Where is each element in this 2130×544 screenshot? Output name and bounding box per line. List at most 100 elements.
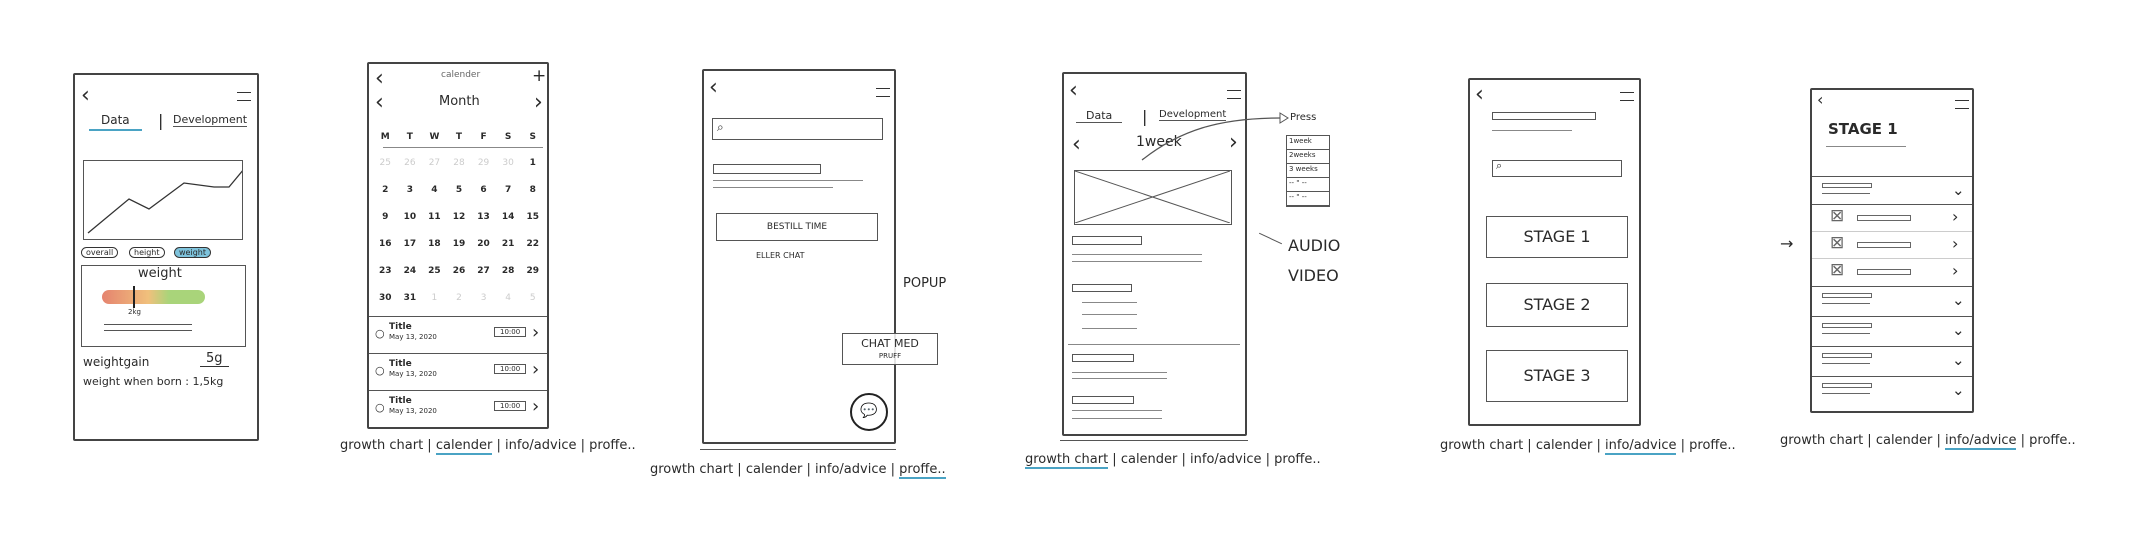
chevron-right-icon[interactable]: › bbox=[1952, 234, 1958, 253]
calendar-day[interactable]: 4 bbox=[422, 185, 447, 212]
search-input[interactable]: ⌕ bbox=[712, 118, 883, 140]
tab-development[interactable]: Development bbox=[173, 113, 248, 127]
calendar-day[interactable]: 18 bbox=[422, 239, 447, 266]
prev-month-icon[interactable]: ‹ bbox=[375, 92, 384, 114]
calendar-day[interactable]: 26 bbox=[447, 266, 472, 293]
calendar-day[interactable]: 23 bbox=[373, 266, 398, 293]
event-radio[interactable]: ○ bbox=[375, 327, 385, 340]
back-arrow-icon[interactable]: ‹ bbox=[709, 77, 718, 99]
back-arrow-icon[interactable]: ‹ bbox=[1475, 84, 1484, 106]
chevron-down-icon[interactable]: ⌄ bbox=[1952, 351, 1965, 369]
calendar-day[interactable]: 8 bbox=[520, 185, 545, 212]
filter-height[interactable]: height bbox=[129, 247, 165, 258]
chevron-down-icon[interactable]: ⌄ bbox=[1952, 321, 1965, 339]
calendar-day[interactable]: 15 bbox=[520, 212, 545, 239]
nav-proffe[interactable]: proffe.. bbox=[2029, 433, 2075, 448]
stage-1-button[interactable]: STAGE 1 bbox=[1486, 216, 1628, 258]
calendar-day[interactable]: 6 bbox=[471, 185, 496, 212]
calendar-day[interactable]: 9 bbox=[373, 212, 398, 239]
nav-proffe[interactable]: proffe.. bbox=[1274, 452, 1320, 467]
nav-growthchart[interactable]: growth chart bbox=[1780, 433, 1863, 448]
book-appointment-button[interactable]: BESTILL TIME bbox=[716, 213, 878, 241]
chevron-right-icon[interactable]: › bbox=[532, 322, 539, 343]
chevron-right-icon[interactable]: › bbox=[1952, 261, 1958, 280]
accordion-section[interactable]: ⌄ bbox=[1812, 346, 1972, 377]
calendar-day[interactable]: 29 bbox=[520, 266, 545, 293]
nav-infoadvice[interactable]: info/advice bbox=[815, 462, 886, 477]
calendar-day[interactable]: 7 bbox=[496, 185, 521, 212]
nav-infoadvice[interactable]: info/advice bbox=[1190, 452, 1261, 467]
event-row[interactable]: ○ Title May 13, 2020 10:00 › bbox=[369, 390, 547, 427]
nav-proffe[interactable]: proffe.. bbox=[589, 438, 635, 453]
calendar-day[interactable]: 19 bbox=[447, 239, 472, 266]
stage-2-button[interactable]: STAGE 2 bbox=[1486, 283, 1628, 327]
event-row[interactable]: ○ Title May 13, 2020 10:00 › bbox=[369, 316, 547, 353]
calendar-day[interactable]: 17 bbox=[398, 239, 423, 266]
nav-proffe[interactable]: proffe.. bbox=[1689, 438, 1735, 453]
chat-button[interactable]: 💬 bbox=[850, 393, 888, 431]
calendar-day[interactable]: 1 bbox=[520, 158, 545, 185]
calendar-day[interactable]: 5 bbox=[447, 185, 472, 212]
event-radio[interactable]: ○ bbox=[375, 401, 385, 414]
chevron-right-icon[interactable]: › bbox=[532, 396, 539, 417]
nav-calender[interactable]: calender bbox=[1876, 433, 1933, 448]
calendar-day[interactable]: 20 bbox=[471, 239, 496, 266]
chevron-down-icon[interactable]: ⌄ bbox=[1952, 381, 1965, 399]
calendar-day[interactable]: 10 bbox=[398, 212, 423, 239]
calendar-day[interactable]: 28 bbox=[496, 266, 521, 293]
nav-proffe[interactable]: proffe.. bbox=[899, 462, 946, 479]
accordion-section[interactable]: ⌄ bbox=[1812, 176, 1972, 205]
calendar-day[interactable]: 2 bbox=[373, 185, 398, 212]
accordion-section[interactable]: ⌄ bbox=[1812, 286, 1972, 317]
tab-data[interactable]: Data bbox=[1076, 109, 1123, 123]
nav-infoadvice[interactable]: info/advice bbox=[1945, 433, 2017, 450]
tab-data[interactable]: Data bbox=[89, 113, 142, 131]
calendar-day[interactable]: 21 bbox=[496, 239, 521, 266]
calendar-day[interactable]: 26 bbox=[398, 158, 423, 185]
calendar-day[interactable]: 28 bbox=[447, 158, 472, 185]
calendar-day[interactable]: 22 bbox=[520, 239, 545, 266]
calendar-day[interactable]: 3 bbox=[398, 185, 423, 212]
search-input[interactable]: ⌕ bbox=[1492, 159, 1622, 177]
nav-calender[interactable]: calender bbox=[1121, 452, 1178, 467]
event-row[interactable]: ○ Title May 13, 2020 10:00 › bbox=[369, 353, 547, 390]
calendar-day[interactable]: 25 bbox=[422, 266, 447, 293]
chat-popup[interactable]: CHAT MED PRUFF bbox=[842, 333, 938, 365]
calendar-day[interactable]: 14 bbox=[496, 212, 521, 239]
article-row[interactable]: ⊠ › bbox=[1812, 258, 1972, 287]
chevron-right-icon[interactable]: › bbox=[532, 359, 539, 380]
calendar-day[interactable]: 24 bbox=[398, 266, 423, 293]
chevron-down-icon[interactable]: ⌄ bbox=[1952, 181, 1965, 199]
nav-calender[interactable]: calender bbox=[1536, 438, 1593, 453]
prev-week-icon[interactable]: ‹ bbox=[1072, 134, 1081, 156]
calendar-day[interactable]: 27 bbox=[422, 158, 447, 185]
nav-calender[interactable]: calender bbox=[746, 462, 803, 477]
hamburger-menu-icon[interactable] bbox=[1955, 100, 1969, 109]
next-month-icon[interactable]: › bbox=[534, 92, 543, 114]
calendar-day[interactable]: 30 bbox=[496, 158, 521, 185]
filter-overall[interactable]: overall bbox=[81, 247, 119, 258]
week-option[interactable]: -- " -- bbox=[1287, 178, 1329, 192]
chevron-right-icon[interactable]: › bbox=[1952, 207, 1958, 226]
week-option[interactable]: -- " -- bbox=[1287, 192, 1329, 206]
accordion-section[interactable]: ⌄ bbox=[1812, 376, 1972, 405]
nav-growthchart[interactable]: growth chart bbox=[650, 462, 733, 477]
stage-3-button[interactable]: STAGE 3 bbox=[1486, 350, 1628, 402]
hamburger-menu-icon[interactable] bbox=[237, 92, 251, 101]
hamburger-menu-icon[interactable] bbox=[1620, 92, 1634, 101]
week-dropdown[interactable]: 1week 2weeks 3 weeks -- " -- -- " -- bbox=[1286, 135, 1330, 207]
nav-infoadvice[interactable]: info/advice bbox=[1605, 438, 1677, 455]
week-option[interactable]: 3 weeks bbox=[1287, 164, 1329, 178]
event-radio[interactable]: ○ bbox=[375, 364, 385, 377]
filter-weight[interactable]: weight bbox=[174, 247, 211, 258]
week-option[interactable]: 1week bbox=[1287, 136, 1329, 150]
calendar-day[interactable]: 25 bbox=[373, 158, 398, 185]
calendar-day[interactable]: 13 bbox=[471, 212, 496, 239]
calendar-day[interactable]: 12 bbox=[447, 212, 472, 239]
week-option[interactable]: 2weeks bbox=[1287, 150, 1329, 164]
nav-calender[interactable]: calender bbox=[435, 438, 493, 455]
plus-icon[interactable]: + bbox=[532, 66, 546, 86]
calendar-day[interactable]: 27 bbox=[471, 266, 496, 293]
nav-growthchart[interactable]: growth chart bbox=[340, 438, 423, 453]
nav-growthchart[interactable]: growth chart bbox=[1025, 452, 1109, 469]
